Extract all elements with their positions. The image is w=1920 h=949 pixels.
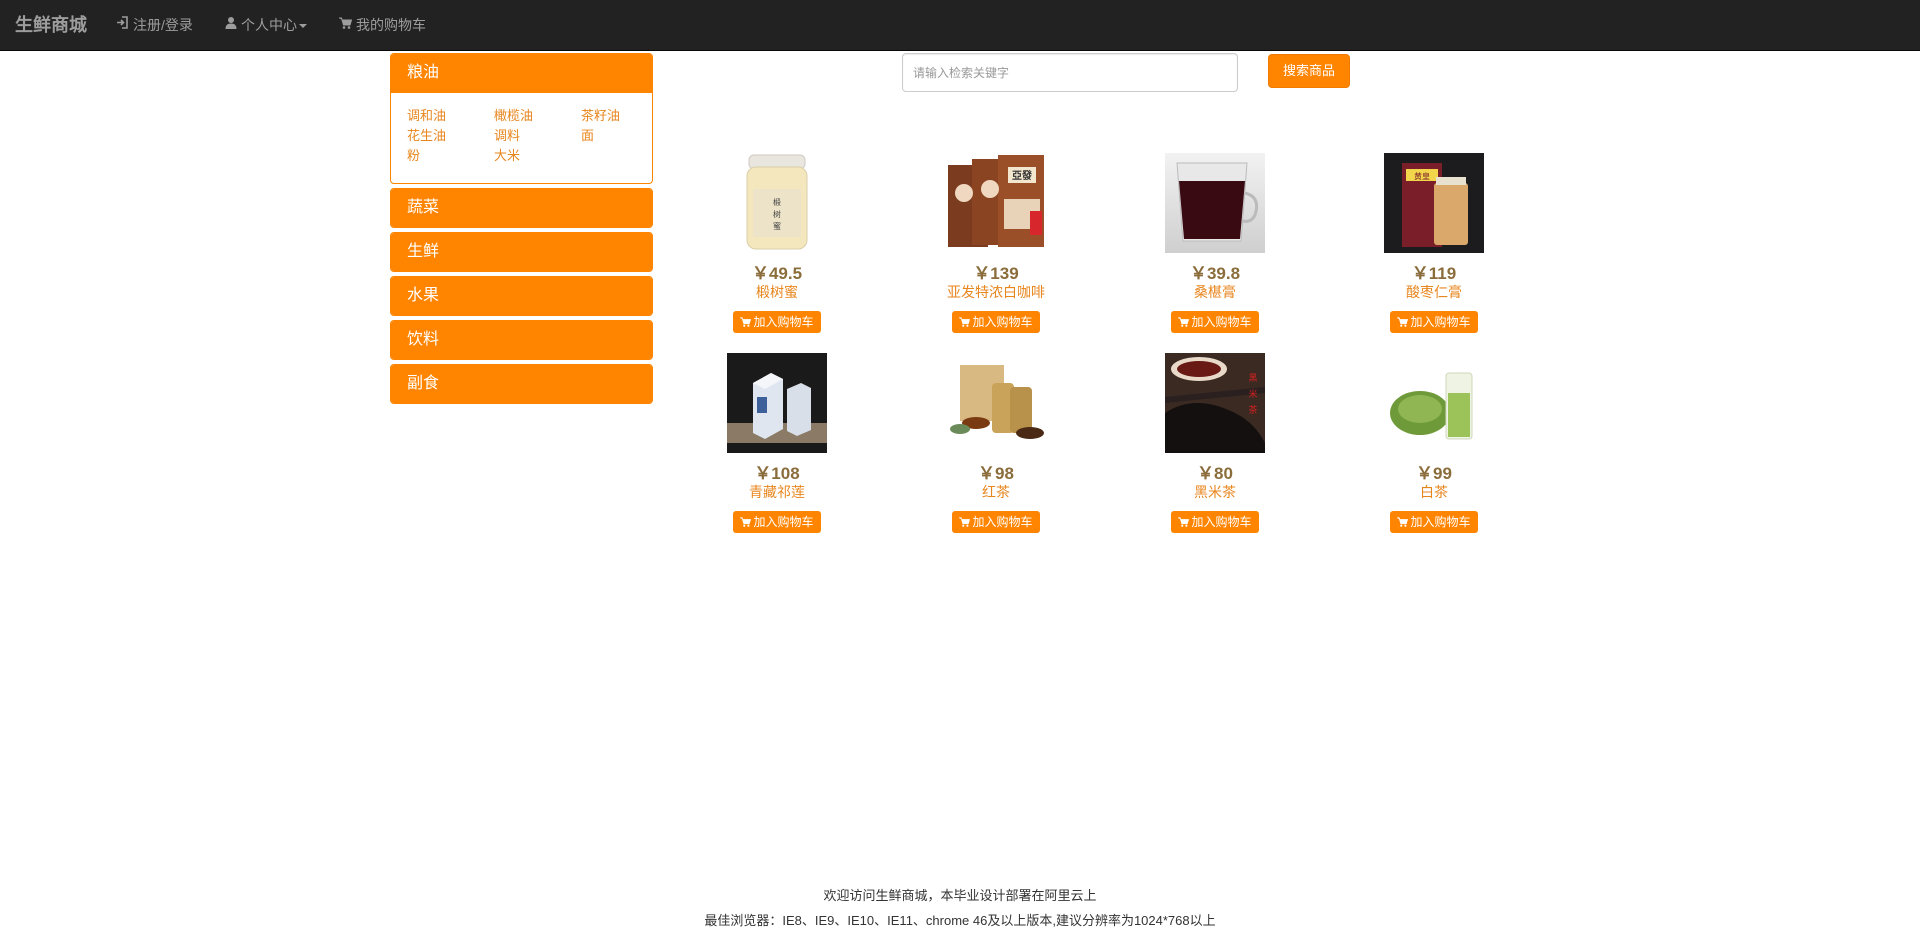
footer-browser-note: 最佳浏览器：IE8、IE9、IE10、IE11、chrome 46及以上版本,建… [704,913,1216,928]
product-price: ￥108 [754,464,800,483]
product-image-jujube-paste[interactable]: 黄皇 [1384,153,1484,253]
add-to-cart-label: 加入购物车 [972,515,1033,529]
add-to-cart-button[interactable]: 加入购物车 [1171,311,1259,333]
category-heading[interactable]: 生鲜 [391,233,652,271]
category-panel-fruit: 水果 [390,276,653,316]
category-heading[interactable]: 蔬菜 [391,189,652,227]
product-price: ￥119 [1411,264,1457,283]
cart-icon [959,317,971,327]
category-heading[interactable]: 水果 [391,277,652,315]
svg-text:树: 树 [773,209,781,219]
category-heading[interactable]: 粮油 [391,54,652,92]
product-image-black-tea[interactable] [946,353,1046,453]
product-image-mulberry-paste[interactable] [1165,153,1265,253]
cart-icon [1397,317,1409,327]
login-register-link[interactable]: 注册/登录 [116,0,193,50]
user-center-dropdown[interactable]: 个人中心 [225,0,307,50]
user-icon [225,0,237,49]
svg-text:亞發: 亞發 [1012,169,1032,182]
product-name[interactable]: 椴树蜜 [682,282,872,302]
product-price: ￥139 [973,264,1019,283]
add-to-cart-label: 加入购物车 [753,515,814,529]
add-to-cart-label: 加入购物车 [1410,315,1471,329]
product-name[interactable]: 红茶 [901,482,1091,502]
product-image-honey[interactable]: 椴 树 蜜 [727,153,827,253]
user-center-label: 个人中心 [241,17,297,33]
add-to-cart-button[interactable]: 加入购物车 [733,511,821,533]
product-name[interactable]: 酸枣仁膏 [1339,282,1529,302]
brand-logo-text[interactable]: 生鲜商城 [15,0,87,50]
subcategory-link[interactable]: 面 [581,125,594,144]
add-to-cart-label: 加入购物车 [972,315,1033,329]
product-price: ￥49.5 [751,264,803,283]
svg-text:椴: 椴 [773,197,781,207]
chevron-down-icon [299,24,307,29]
cart-icon [1178,517,1190,527]
add-to-cart-button[interactable]: 加入购物车 [1390,511,1478,533]
login-register-label: 注册/登录 [133,17,193,33]
add-to-cart-button[interactable]: 加入购物车 [952,511,1040,533]
my-cart-link[interactable]: 我的购物车 [339,0,426,50]
cart-icon [740,317,752,327]
product-image-coffee[interactable]: 亞發 [946,153,1046,253]
add-to-cart-button[interactable]: 加入购物车 [952,311,1040,333]
svg-text:茶: 茶 [1248,404,1257,415]
add-to-cart-button[interactable]: 加入购物车 [1171,511,1259,533]
my-cart-label: 我的购物车 [356,17,426,33]
product-price: ￥39.8 [1189,264,1241,283]
svg-text:黄皇: 黄皇 [1414,171,1430,181]
subcategory-link[interactable]: 调和油 [407,105,446,124]
product-image-white-tea[interactable] [1384,353,1484,453]
product-name[interactable]: 黑米茶 [1120,482,1310,502]
add-to-cart-label: 加入购物车 [753,315,814,329]
category-heading[interactable]: 饮料 [391,321,652,359]
cart-icon [1178,317,1190,327]
product-name[interactable]: 白茶 [1339,482,1529,502]
add-to-cart-label: 加入购物车 [1410,515,1471,529]
category-panel-grain-oil: 粮油 调和油 橄榄油 茶籽油 花生油 调料 面 粉 大米 [390,53,653,184]
subcategory-link[interactable]: 调料 [494,125,520,144]
category-panel-vegetables: 蔬菜 [390,188,653,228]
search-button[interactable]: 搜索商品 [1268,54,1350,88]
subcategory-link[interactable]: 茶籽油 [581,105,620,124]
subcategory-link[interactable]: 大米 [494,145,520,164]
category-panel-fresh: 生鲜 [390,232,653,272]
svg-text:蜜: 蜜 [773,221,781,231]
svg-text:黑: 黑 [1248,373,1257,383]
sign-in-icon [116,0,129,49]
subcategory-link[interactable]: 花生油 [407,125,446,144]
subcategory-link[interactable]: 粉 [407,145,420,164]
product-price: ￥98 [978,464,1014,483]
product-name[interactable]: 青藏祁莲 [682,482,872,502]
product-image-qinghai-tea[interactable] [727,353,827,453]
product-price: ￥80 [1197,464,1233,483]
product-price: ￥99 [1416,464,1452,483]
category-panel-snacks: 副食 [390,364,653,404]
category-panel-drinks: 饮料 [390,320,653,360]
product-image-black-rice-tea[interactable]: 黑 米 茶 [1165,353,1265,453]
product-name[interactable]: 亚发特浓白咖啡 [901,282,1091,302]
top-navbar: 生鲜商城 注册/登录 个人中心 我的购物车 [0,0,1920,51]
subcategory-list: 调和油 橄榄油 茶籽油 花生油 调料 面 粉 大米 [391,92,652,183]
add-to-cart-label: 加入购物车 [1191,515,1252,529]
category-heading[interactable]: 副食 [391,365,652,403]
cart-icon [339,0,353,49]
add-to-cart-label: 加入购物车 [1191,315,1252,329]
add-to-cart-button[interactable]: 加入购物车 [733,311,821,333]
cart-icon [1397,517,1409,527]
svg-text:米: 米 [1248,388,1257,399]
footer-welcome-text: 欢迎访问生鲜商城，本毕业设计部署在阿里云上 [823,888,1097,903]
search-input[interactable] [902,53,1238,92]
cart-icon [959,517,971,527]
subcategory-link[interactable]: 橄榄油 [494,105,533,124]
add-to-cart-button[interactable]: 加入购物车 [1390,311,1478,333]
product-name[interactable]: 桑椹膏 [1120,282,1310,302]
cart-icon [740,517,752,527]
